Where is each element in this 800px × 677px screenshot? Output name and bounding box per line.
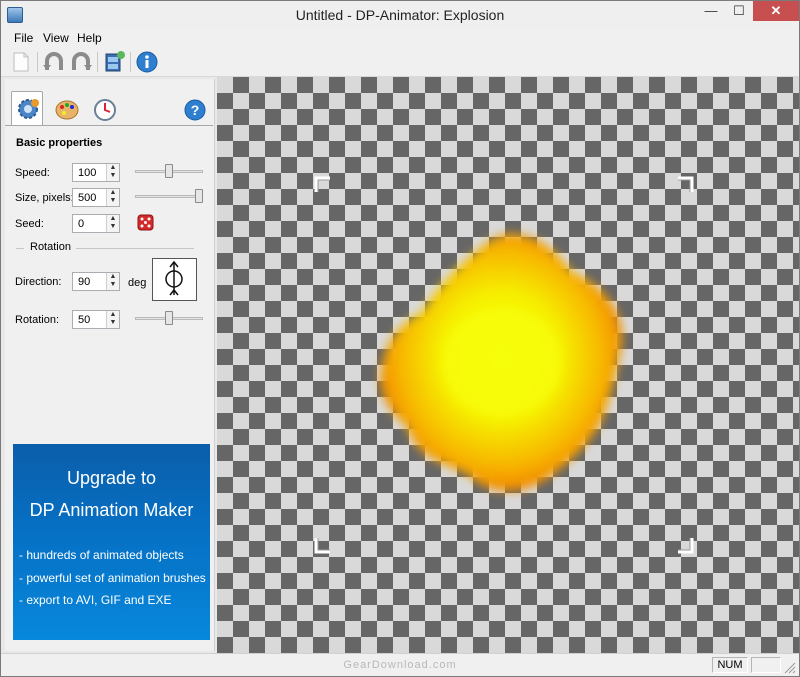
- upgrade-feature: - export to AVI, GIF and EXE: [19, 593, 172, 607]
- upgrade-title-line2: DP Animation Maker: [29, 500, 194, 520]
- speed-slider[interactable]: [135, 162, 203, 180]
- menu-help[interactable]: Help: [77, 31, 102, 45]
- info-icon[interactable]: [135, 50, 159, 74]
- frame-corner-top-left: [314, 176, 330, 192]
- property-tabs: ?: [11, 91, 211, 126]
- size-label: Size, pixels:: [15, 192, 74, 204]
- rotation-spinbox[interactable]: 50 ▲ ▼: [72, 310, 120, 329]
- stepper-up-icon[interactable]: ▲: [107, 215, 119, 223]
- menu-bar: File View Help: [1, 29, 799, 47]
- watermark: GearDownload.com: [343, 659, 457, 671]
- stepper-up-icon[interactable]: ▲: [107, 164, 119, 172]
- seed-spinbox[interactable]: 0 ▲ ▼: [72, 214, 120, 233]
- stepper-down-icon[interactable]: ▼: [107, 172, 119, 180]
- svg-text:?: ?: [191, 102, 200, 118]
- palette-icon: [55, 100, 79, 120]
- speed-label: Speed:: [15, 167, 50, 179]
- toolbar-separator: [97, 52, 98, 72]
- speed-spinbox[interactable]: 100 ▲ ▼: [72, 163, 120, 182]
- status-bar: GearDownload.com NUM: [1, 653, 799, 676]
- gear-settings-icon: [18, 99, 39, 119]
- upgrade-feature: - hundreds of animated objects: [19, 548, 184, 562]
- app-window: Untitled - DP-Animator: Explosion — ☐ ✕ …: [0, 0, 800, 677]
- properties-panel: ? Basic properties Speed: 100 ▲ ▼ Size, p…: [5, 79, 215, 651]
- stepper-down-icon[interactable]: ▼: [107, 319, 119, 327]
- basic-properties-title: Basic properties: [16, 137, 103, 149]
- group-line: [16, 248, 24, 249]
- size-value: 500: [78, 192, 97, 204]
- direction-unit: deg: [128, 277, 147, 289]
- close-button[interactable]: ✕: [753, 1, 799, 21]
- seed-value: 0: [78, 218, 85, 230]
- stepper-down-icon[interactable]: ▼: [107, 281, 119, 289]
- rotation-label: Rotation:: [15, 314, 60, 326]
- speed-stepper[interactable]: ▲ ▼: [106, 164, 119, 181]
- frame-corner-bottom-right: [678, 538, 694, 554]
- frame-corner-top-right: [678, 176, 694, 192]
- upgrade-title-line1: Upgrade to: [66, 468, 157, 488]
- tab-timing[interactable]: [89, 95, 121, 125]
- export-film-icon[interactable]: [102, 50, 126, 74]
- explosion-sprite: [380, 233, 623, 492]
- title-bar[interactable]: Untitled - DP-Animator: Explosion — ☐ ✕: [1, 1, 799, 29]
- direction-stepper[interactable]: ▲ ▼: [106, 273, 119, 290]
- help-button[interactable]: ?: [179, 95, 211, 125]
- undo-icon[interactable]: [42, 50, 66, 74]
- clock-icon: [94, 99, 116, 121]
- frame-corner-bottom-left: [314, 538, 330, 554]
- direction-arrow-icon: [165, 260, 183, 296]
- num-lock-indicator: NUM: [712, 657, 748, 673]
- speed-value: 100: [78, 167, 97, 179]
- stepper-up-icon[interactable]: ▲: [107, 273, 119, 281]
- slider-thumb[interactable]: [195, 189, 203, 203]
- random-seed-button[interactable]: [136, 212, 156, 232]
- size-stepper[interactable]: ▲ ▼: [106, 189, 119, 206]
- resize-grip-icon[interactable]: [784, 662, 796, 674]
- window-title: Untitled - DP-Animator: Explosion: [295, 7, 505, 23]
- rotation-slider[interactable]: [135, 309, 203, 327]
- status-pane-empty: [751, 657, 781, 673]
- seed-stepper[interactable]: ▲ ▼: [106, 215, 119, 232]
- slider-thumb[interactable]: [165, 164, 173, 178]
- slider-track: [135, 195, 203, 198]
- tab-appearance[interactable]: [51, 95, 83, 125]
- direction-spinbox[interactable]: 90 ▲ ▼: [72, 272, 120, 291]
- group-line: [76, 248, 194, 249]
- maximize-button[interactable]: ☐: [725, 1, 753, 21]
- new-document-icon[interactable]: [9, 50, 33, 74]
- menu-view[interactable]: View: [43, 31, 69, 45]
- direction-label: Direction:: [15, 276, 62, 288]
- size-spinbox[interactable]: 500 ▲ ▼: [72, 188, 120, 207]
- stepper-up-icon[interactable]: ▲: [107, 311, 119, 319]
- rotation-stepper[interactable]: ▲ ▼: [106, 311, 119, 328]
- direction-dial[interactable]: [152, 258, 197, 301]
- tab-divider: [5, 125, 213, 126]
- slider-thumb[interactable]: [165, 311, 173, 325]
- upgrade-feature: - powerful set of animation brushes: [19, 571, 206, 585]
- animation-canvas[interactable]: [217, 77, 799, 653]
- dice-icon: [137, 214, 154, 231]
- stepper-down-icon[interactable]: ▼: [107, 223, 119, 231]
- upgrade-banner[interactable]: Upgrade to DP Animation Maker - hundreds…: [13, 444, 210, 640]
- toolbar: [1, 47, 799, 77]
- toolbar-separator: [37, 52, 38, 72]
- rotation-group-header: Rotation: [16, 241, 196, 255]
- redo-icon[interactable]: [69, 50, 93, 74]
- size-slider[interactable]: [135, 187, 203, 205]
- toolbar-separator: [130, 52, 131, 72]
- rotation-value: 50: [78, 314, 91, 326]
- tab-settings[interactable]: [11, 91, 43, 126]
- help-icon: ?: [184, 99, 206, 121]
- rotation-group-label: Rotation: [30, 241, 71, 253]
- stepper-up-icon[interactable]: ▲: [107, 189, 119, 197]
- minimize-button[interactable]: —: [697, 1, 725, 21]
- menu-file[interactable]: File: [14, 31, 33, 45]
- seed-label: Seed:: [15, 218, 44, 230]
- direction-value: 90: [78, 276, 91, 288]
- stepper-down-icon[interactable]: ▼: [107, 197, 119, 205]
